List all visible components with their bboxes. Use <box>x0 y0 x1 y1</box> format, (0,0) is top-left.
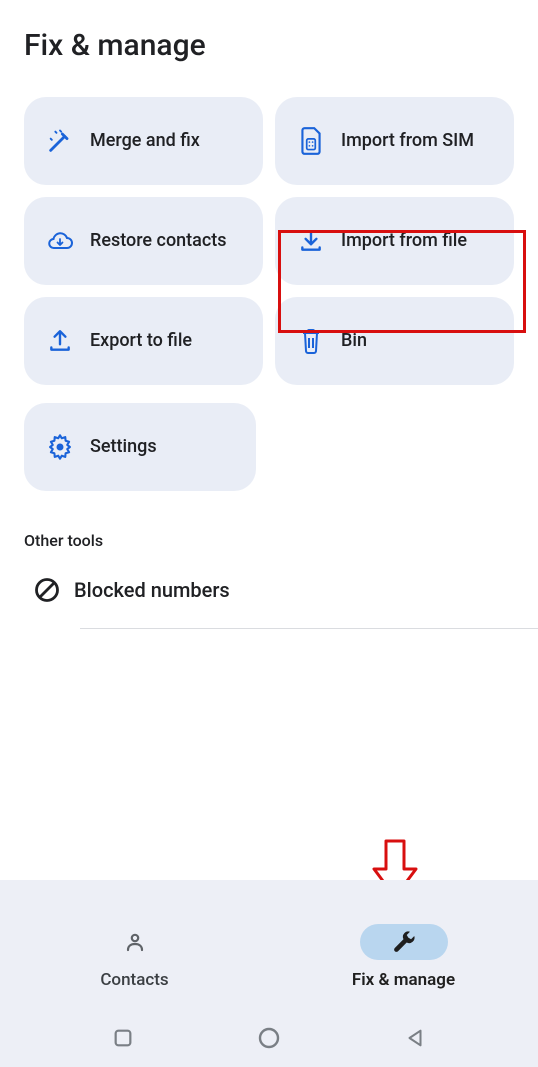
tile-label: Settings <box>80 435 157 459</box>
blocked-numbers-item[interactable]: Blocked numbers <box>0 568 538 628</box>
wrench-icon <box>391 929 417 955</box>
bin-tile[interactable]: Bin <box>275 297 514 385</box>
person-icon <box>123 930 147 954</box>
settings-tile[interactable]: Settings <box>24 403 256 491</box>
export-to-file-tile[interactable]: Export to file <box>24 297 263 385</box>
tile-label: Merge and fix <box>80 129 200 153</box>
trash-icon <box>291 327 331 355</box>
recent-apps-button[interactable] <box>112 1027 134 1049</box>
other-tools-heading: Other tools <box>0 511 538 568</box>
system-nav <box>0 1009 538 1067</box>
tile-label: Restore contacts <box>80 229 227 253</box>
sim-icon <box>291 126 331 156</box>
merge-and-fix-tile[interactable]: Merge and fix <box>24 97 263 185</box>
tile-label: Export to file <box>80 329 192 353</box>
home-button[interactable] <box>257 1026 281 1050</box>
tool-label: Blocked numbers <box>70 578 230 602</box>
restore-contacts-tile[interactable]: Restore contacts <box>24 197 263 285</box>
tile-label: Import from file <box>331 229 467 253</box>
cloud-download-icon <box>40 229 80 253</box>
block-icon <box>24 576 70 604</box>
wand-icon <box>40 127 80 155</box>
page-title: Fix & manage <box>24 28 514 63</box>
upload-icon <box>40 328 80 354</box>
tile-label: Bin <box>331 329 367 353</box>
import-from-file-tile[interactable]: Import from file <box>275 197 514 285</box>
page-header: Fix & manage <box>0 0 538 73</box>
tools-grid: Merge and fix Import from SIM <box>0 73 538 403</box>
divider <box>80 628 538 629</box>
tile-label: Import from SIM <box>331 129 474 153</box>
nav-label: Contacts <box>100 970 168 990</box>
nav-label: Fix & manage <box>352 970 455 990</box>
import-from-sim-tile[interactable]: Import from SIM <box>275 97 514 185</box>
back-button[interactable] <box>404 1027 426 1049</box>
gear-icon <box>40 433 80 461</box>
download-icon <box>291 228 331 254</box>
